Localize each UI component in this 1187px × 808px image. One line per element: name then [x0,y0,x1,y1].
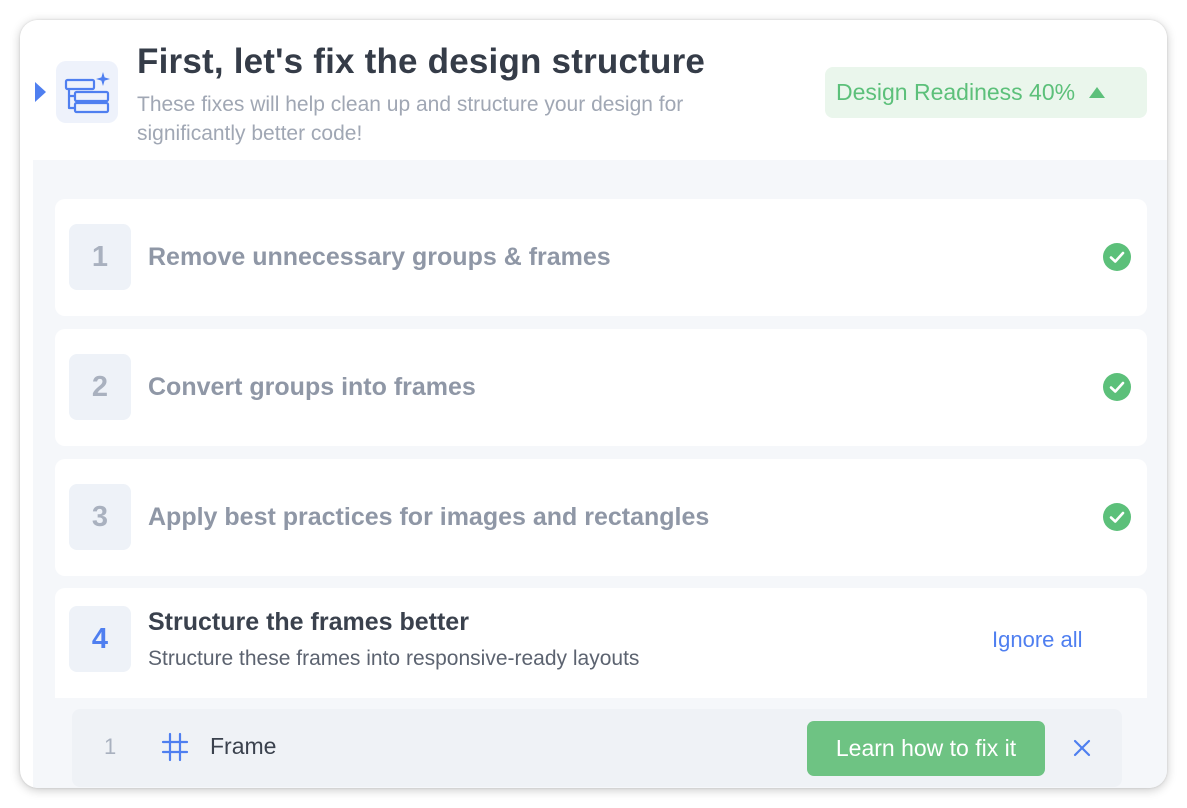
step-item-2[interactable]: 2 Convert groups into frames [55,329,1147,446]
caret-right-icon[interactable] [35,82,46,102]
structure-icon [56,61,118,123]
frame-index: 1 [104,734,117,759]
check-circle-icon [1103,243,1131,271]
hash-frame-icon [161,732,189,762]
section-header[interactable]: First, let's fix the design structure Th… [20,20,1167,160]
design-readiness-label: Design Readiness 40% [836,79,1076,105]
step-number: 2 [69,354,131,420]
step-item-4[interactable]: 4 Structure the frames better Structure … [55,588,1147,698]
page-subtitle: These fixes will help clean up and struc… [137,93,684,145]
design-structure-card: First, let's fix the design structure Th… [20,20,1167,788]
step-item-3[interactable]: 3 Apply best practices for images and re… [55,459,1147,576]
step-label: Convert groups into frames [148,373,476,401]
step-number: 1 [69,224,131,290]
step-number: 4 [69,606,131,672]
check-circle-icon [1103,373,1131,401]
triangle-up-icon [1089,87,1106,98]
frame-list-item[interactable]: 1 Frame Learn how to fix it [72,709,1122,787]
page-title: First, let's fix the design structure [137,42,706,81]
step-description: Structure these frames into responsive-r… [148,647,640,670]
check-circle-icon [1103,503,1131,531]
frame-name: Frame [210,733,277,759]
step-label: Structure the frames better [148,608,469,636]
design-readiness-badge[interactable]: Design Readiness 40% [825,67,1147,118]
learn-how-to-fix-button[interactable]: Learn how to fix it [807,721,1045,776]
step-label: Remove unnecessary groups & frames [148,243,611,271]
steps-panel: 1 Remove unnecessary groups & frames 2 C… [33,160,1167,788]
ignore-all-link[interactable]: Ignore all [992,627,1083,653]
step-item-1[interactable]: 1 Remove unnecessary groups & frames [55,199,1147,316]
close-icon[interactable] [1071,737,1093,759]
step-label: Apply best practices for images and rect… [148,503,710,531]
step-number: 3 [69,484,131,550]
